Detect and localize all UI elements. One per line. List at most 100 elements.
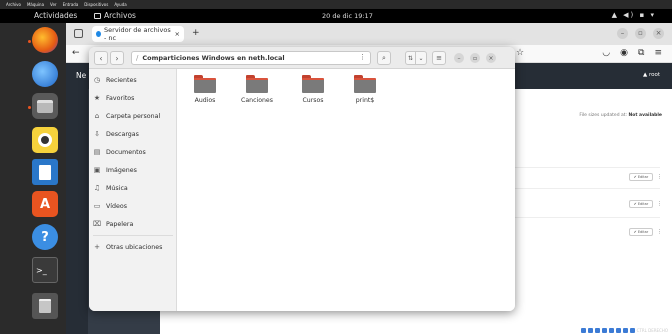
maximize-button[interactable]: ▫ (470, 53, 480, 63)
back-button[interactable]: ‹ (94, 51, 108, 65)
main-menu-button[interactable]: ≡ (432, 51, 446, 65)
share-item[interactable]: Canciones (235, 75, 279, 104)
divider (500, 217, 660, 218)
folder-icon (354, 75, 376, 93)
host-tray-icon[interactable] (629, 327, 635, 333)
user-menu[interactable]: ▲ root (643, 72, 660, 78)
view-mode-button[interactable]: ⇅ (405, 51, 416, 65)
trash-icon[interactable] (32, 293, 58, 319)
edit-button[interactable]: ✔ Editar (629, 173, 653, 181)
extensions-icon[interactable]: ⧉ (638, 48, 644, 58)
share-label: Cursos (302, 97, 324, 104)
minimize-icon: – (457, 54, 461, 62)
places-sidebar: ◷ Recientes ★ Favoritos ⌂ Carpeta person… (89, 69, 177, 311)
close-icon[interactable]: × (653, 28, 664, 39)
search-icon: ⌕ (382, 53, 386, 62)
minimize-icon[interactable]: – (617, 28, 628, 39)
pocket-icon[interactable]: ◡ (602, 48, 610, 58)
browser-tabbar: Servidor de archivos - nc × + – ▫ × (66, 23, 672, 45)
place-papelera[interactable]: ⌧ Papelera (93, 217, 175, 231)
kebab-menu-icon[interactable]: ⋮ (657, 174, 662, 180)
host-tray-icon[interactable] (580, 327, 586, 333)
vm-menu-entrada[interactable]: Entrada (63, 2, 79, 7)
terminal-icon[interactable]: >_ (32, 257, 58, 283)
place-favoritos[interactable]: ★ Favoritos (93, 91, 175, 105)
system-tray[interactable]: ▲ ◀) ▪ ▾ (612, 11, 656, 19)
path-separator: / (136, 54, 139, 62)
kebab-menu-icon[interactable]: ⋮ (657, 229, 662, 235)
share-label: Audios (194, 97, 216, 104)
vm-menu-maquina[interactable]: Máquina (27, 2, 44, 7)
hamburger-icon: ≡ (436, 54, 442, 62)
tab-overview-icon[interactable] (74, 29, 83, 38)
maximize-icon: ▫ (472, 54, 478, 62)
firefox-icon[interactable] (32, 27, 58, 53)
writer-icon[interactable] (32, 159, 58, 185)
host-tray-icon[interactable] (594, 327, 600, 333)
files-icon[interactable] (32, 93, 58, 119)
place-descargas[interactable]: ⇩ Descargas (93, 127, 175, 141)
place-videos[interactable]: ▭ Vídeos (93, 199, 175, 213)
view-options-button[interactable]: ⌄ (416, 51, 427, 65)
edit-button[interactable]: ✔ Editar (629, 228, 653, 236)
home-icon: ⌂ (94, 112, 100, 120)
place-imagenes[interactable]: ▣ Imágenes (93, 163, 175, 177)
place-otras-ubicaciones[interactable]: + Otras ubicaciones (93, 240, 175, 254)
search-button[interactable]: ⌕ (377, 51, 391, 65)
browser-tab[interactable]: Servidor de archivos - nc × (92, 26, 184, 42)
folder-icon (194, 75, 216, 93)
path-bar[interactable]: / Comparticiones Windows en neth.local ⋮ (131, 51, 371, 65)
close-tab-icon[interactable]: × (175, 30, 180, 38)
share-row: ✔ Editar ⋮ (629, 200, 662, 208)
chevron-right-icon: › (115, 53, 119, 63)
clock[interactable]: 20 de dic 19:17 (322, 12, 373, 20)
place-label: Papelera (106, 220, 134, 228)
hamburger-menu-icon[interactable]: ≡ (654, 48, 662, 58)
file-sizes-note: File sizes updated at: Not available (579, 113, 662, 118)
chevron-down-icon: ⌄ (418, 54, 424, 62)
close-icon: × (488, 54, 494, 62)
vm-menu-ayuda[interactable]: Ayuda (114, 2, 126, 7)
account-icon[interactable]: ◉ (620, 48, 628, 58)
share-item[interactable]: print$ (343, 75, 387, 104)
vm-menu-ver[interactable]: Ver (50, 2, 57, 7)
place-label: Carpeta personal (106, 112, 161, 120)
maximize-icon[interactable]: ▫ (635, 28, 646, 39)
host-tray-icon[interactable] (587, 327, 593, 333)
files-headerbar: ‹ › / Comparticiones Windows en neth.loc… (89, 47, 515, 69)
place-documentos[interactable]: ▤ Documentos (93, 145, 175, 159)
video-icon: ▭ (93, 202, 101, 210)
minimize-button[interactable]: – (454, 53, 464, 63)
host-tray-icon[interactable] (622, 327, 628, 333)
app-menu[interactable]: Archivos (94, 11, 136, 20)
help-icon[interactable]: ? (32, 224, 58, 250)
thunderbird-icon[interactable] (32, 61, 58, 87)
share-item[interactable]: Audios (183, 75, 227, 104)
vm-menu-dispositivos[interactable]: Dispositivos (84, 2, 108, 7)
place-label: Otras ubicaciones (106, 243, 163, 251)
rhythmbox-icon[interactable] (32, 127, 58, 153)
path-menu-icon[interactable]: ⋮ (359, 53, 366, 61)
share-item[interactable]: Cursos (291, 75, 335, 104)
close-button[interactable]: × (486, 53, 496, 63)
edit-button[interactable]: ✔ Editar (629, 200, 653, 208)
file-sizes-value: Not available (628, 113, 662, 118)
share-label: Canciones (241, 97, 273, 104)
new-tab-button[interactable]: + (192, 28, 200, 38)
place-musica[interactable]: ♫ Música (93, 181, 175, 195)
vm-menu-archivo[interactable]: Archivo (6, 2, 21, 7)
image-icon: ▣ (93, 166, 101, 174)
kebab-menu-icon[interactable]: ⋮ (657, 201, 662, 207)
path-crumb[interactable]: Comparticiones Windows en neth.local (142, 54, 284, 62)
activities-button[interactable]: Actividades (34, 11, 77, 20)
host-tray-icon[interactable] (601, 327, 607, 333)
software-icon[interactable]: A (32, 191, 58, 217)
back-arrow-icon[interactable]: ← (72, 48, 80, 58)
place-carpeta-personal[interactable]: ⌂ Carpeta personal (93, 109, 175, 123)
host-tray-icon[interactable] (608, 327, 614, 333)
host-tray-icon[interactable] (615, 327, 621, 333)
bookmark-star-icon[interactable]: ☆ (516, 48, 524, 58)
music-icon: ♫ (93, 184, 101, 192)
forward-button[interactable]: › (110, 51, 124, 65)
place-recientes[interactable]: ◷ Recientes (93, 73, 175, 87)
